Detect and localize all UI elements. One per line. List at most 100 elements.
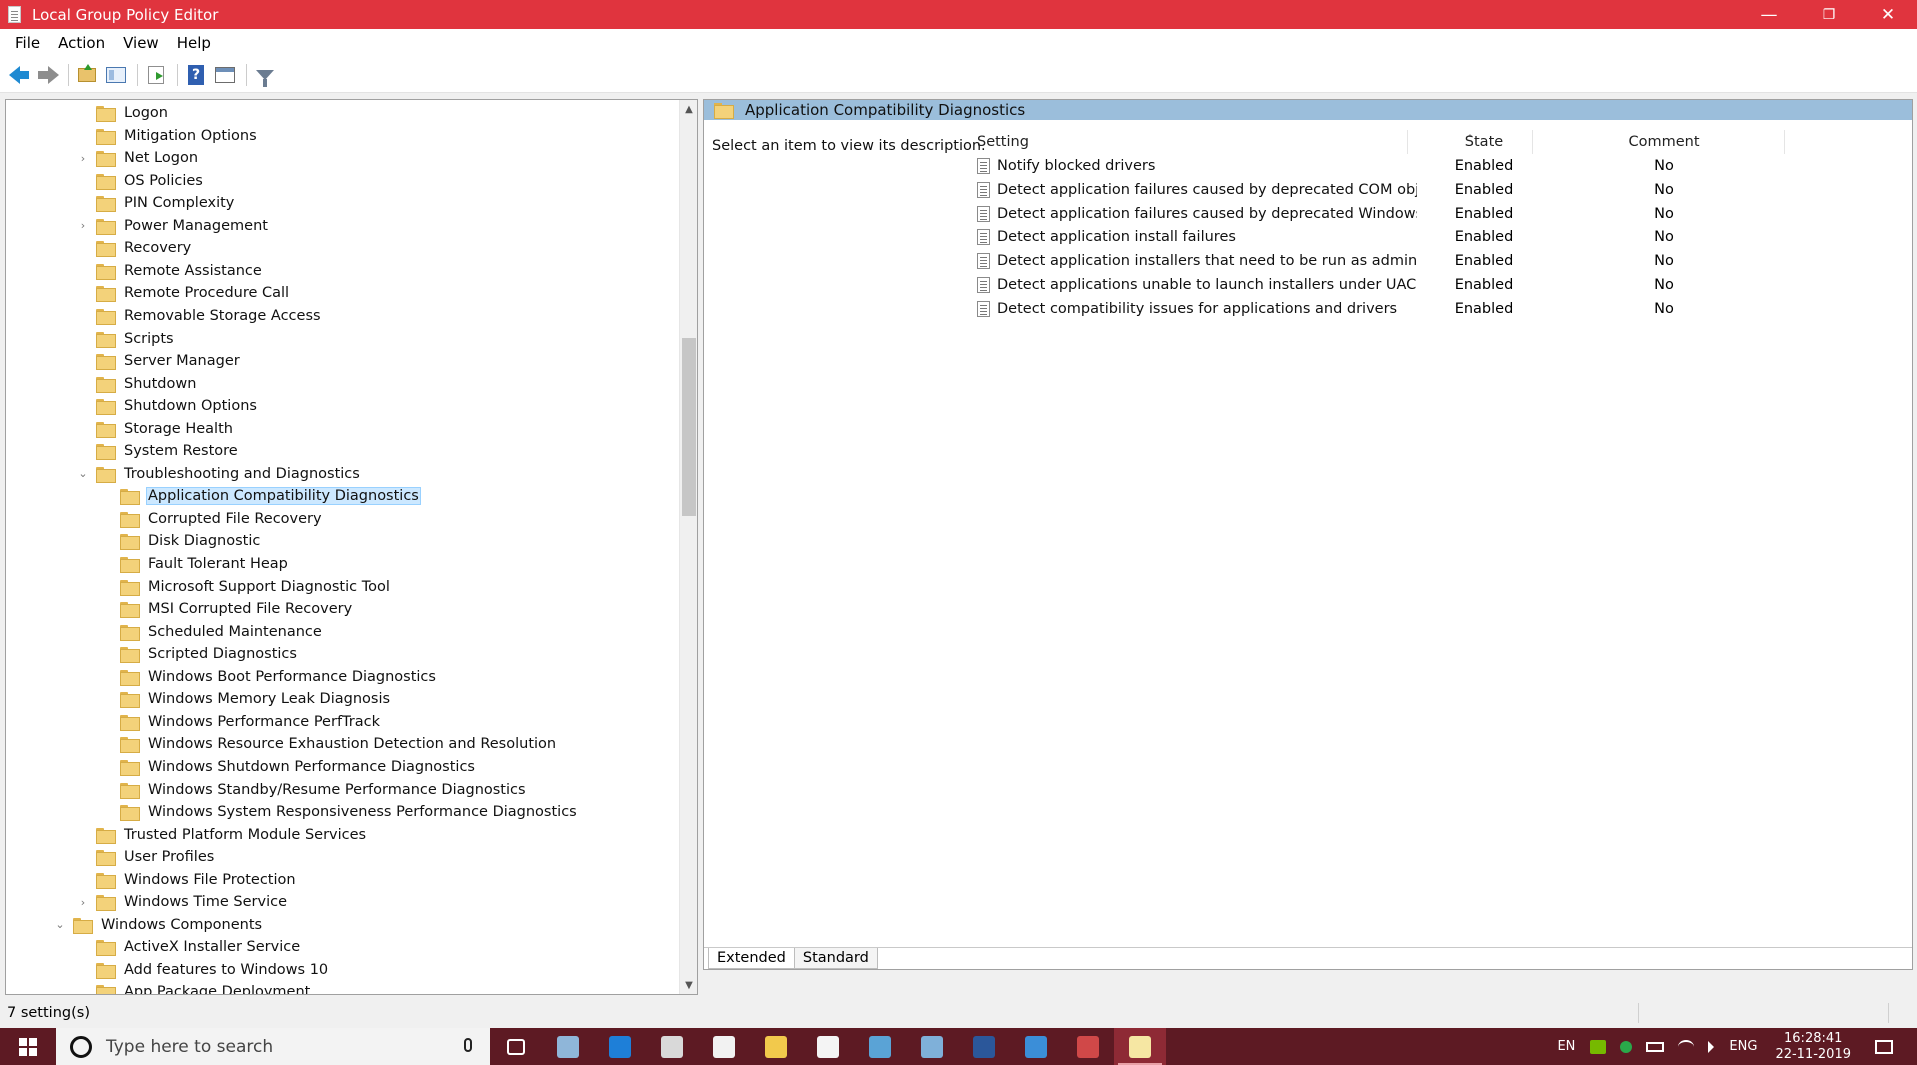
- restore-button[interactable]: ❐: [1800, 0, 1858, 29]
- tree-item[interactable]: › Power Management: [76, 215, 270, 237]
- taskbar-app-button[interactable]: [1114, 1028, 1166, 1065]
- back-button[interactable]: [5, 62, 31, 88]
- tree-item[interactable]: Windows Standby/Resume Performance Diagn…: [100, 779, 528, 801]
- console-tree[interactable]: Logon Mitigation Options › Net Logon OS Poli…: [5, 99, 698, 995]
- expand-chevron-icon[interactable]: ›: [76, 147, 90, 169]
- taskbar-app-button[interactable]: [646, 1028, 698, 1065]
- expand-chevron-icon[interactable]: ⌄: [53, 914, 67, 936]
- tab-standard[interactable]: Standard: [793, 948, 878, 969]
- column-header-state[interactable]: State: [1454, 130, 1514, 154]
- tree-item[interactable]: Recovery: [76, 237, 193, 259]
- policy-setting-row[interactable]: Detect application install failures: [977, 226, 1417, 248]
- battery-icon[interactable]: [1646, 1041, 1665, 1052]
- scroll-up-button[interactable]: ▲: [680, 100, 697, 118]
- tree-item[interactable]: Windows Performance PerfTrack: [100, 711, 382, 733]
- tree-item[interactable]: Trusted Platform Module Services: [76, 824, 368, 846]
- tree-item[interactable]: OS Policies: [76, 170, 205, 192]
- tree-item[interactable]: Remote Assistance: [76, 260, 264, 282]
- column-divider[interactable]: [1407, 130, 1408, 154]
- tree-item[interactable]: Removable Storage Access: [76, 305, 323, 327]
- tree-item[interactable]: Remote Procedure Call: [76, 282, 291, 304]
- tree-item[interactable]: ActiveX Installer Service: [76, 936, 302, 958]
- help-button[interactable]: ?: [183, 62, 209, 88]
- tree-item[interactable]: Scheduled Maintenance: [100, 621, 324, 643]
- expand-chevron-icon[interactable]: ›: [76, 215, 90, 237]
- tab-extended[interactable]: Extended: [708, 948, 795, 969]
- properties-button[interactable]: [212, 62, 238, 88]
- tree-item[interactable]: Shutdown Options: [76, 395, 259, 417]
- security-icon[interactable]: [1620, 1040, 1633, 1053]
- taskbar-app-button[interactable]: [1062, 1028, 1114, 1065]
- tree-item[interactable]: Windows System Responsiveness Performanc…: [100, 801, 579, 823]
- tree-item[interactable]: Add features to Windows 10: [76, 959, 330, 981]
- tree-item[interactable]: Scripted Diagnostics: [100, 643, 299, 665]
- tree-item[interactable]: Windows File Protection: [76, 869, 298, 891]
- policy-setting-row[interactable]: Detect applications unable to launch ins…: [977, 274, 1417, 296]
- tree-item[interactable]: Mitigation Options: [76, 125, 259, 147]
- volume-icon[interactable]: [1708, 1040, 1715, 1053]
- tree-item[interactable]: Windows Resource Exhaustion Detection an…: [100, 733, 558, 755]
- taskbar-app-button[interactable]: [698, 1028, 750, 1065]
- taskbar-app-button[interactable]: [594, 1028, 646, 1065]
- policy-setting-row[interactable]: Detect application failures caused by de…: [977, 203, 1417, 225]
- menu-help[interactable]: Help: [168, 34, 220, 52]
- taskbar-app-button[interactable]: [542, 1028, 594, 1065]
- taskbar-app-button[interactable]: [750, 1028, 802, 1065]
- microphone-icon[interactable]: [464, 1038, 472, 1052]
- export-list-button[interactable]: [143, 62, 169, 88]
- tree-scrollbar[interactable]: ▲ ▼: [679, 100, 697, 994]
- tree-item[interactable]: Microsoft Support Diagnostic Tool: [100, 576, 392, 598]
- tree-item[interactable]: Server Manager: [76, 350, 242, 372]
- taskbar-app-button[interactable]: [906, 1028, 958, 1065]
- tree-item[interactable]: PIN Complexity: [76, 192, 236, 214]
- taskbar-search[interactable]: Type here to search: [56, 1028, 490, 1065]
- tree-item[interactable]: Scripts: [76, 328, 176, 350]
- tree-item[interactable]: Disk Diagnostic: [100, 530, 262, 552]
- tree-item[interactable]: ⌄ Troubleshooting and Diagnostics: [76, 463, 362, 485]
- column-header-comment[interactable]: Comment: [1624, 130, 1704, 154]
- taskbar-app-button[interactable]: [802, 1028, 854, 1065]
- taskbar-app-button[interactable]: [1010, 1028, 1062, 1065]
- tree-item[interactable]: Shutdown: [76, 373, 198, 395]
- tree-item[interactable]: Windows Boot Performance Diagnostics: [100, 666, 438, 688]
- start-button[interactable]: [0, 1028, 56, 1065]
- policy-setting-row[interactable]: Notify blocked drivers: [977, 155, 1417, 177]
- policy-setting-row[interactable]: Detect compatibility issues for applicat…: [977, 298, 1417, 320]
- taskbar-app-button[interactable]: [958, 1028, 1010, 1065]
- scroll-thumb[interactable]: [682, 338, 696, 516]
- tree-item[interactable]: Storage Health: [76, 418, 235, 440]
- wifi-icon[interactable]: [1678, 1039, 1695, 1054]
- tree-item[interactable]: Windows Memory Leak Diagnosis: [100, 688, 392, 710]
- tree-item[interactable]: ⌄ Windows Components: [53, 914, 264, 936]
- column-divider[interactable]: [1532, 130, 1533, 154]
- policy-setting-row[interactable]: Detect application failures caused by de…: [977, 179, 1417, 201]
- forward-button[interactable]: [34, 62, 60, 88]
- tree-item[interactable]: System Restore: [76, 440, 240, 462]
- policy-setting-row[interactable]: Detect application installers that need …: [977, 250, 1417, 272]
- close-button[interactable]: ✕: [1859, 0, 1917, 29]
- minimize-button[interactable]: —: [1740, 0, 1798, 29]
- tree-item[interactable]: Fault Tolerant Heap: [100, 553, 290, 575]
- tree-item[interactable]: MSI Corrupted File Recovery: [100, 598, 354, 620]
- taskbar-app-button[interactable]: [854, 1028, 906, 1065]
- tree-item[interactable]: Corrupted File Recovery: [100, 508, 324, 530]
- nvidia-icon[interactable]: [1590, 1039, 1607, 1054]
- column-divider[interactable]: [1784, 130, 1785, 154]
- expand-chevron-icon[interactable]: ⌄: [76, 463, 90, 485]
- clock[interactable]: 16:28:41 22-11-2019: [1775, 1031, 1851, 1063]
- tree-item[interactable]: User Profiles: [76, 846, 216, 868]
- input-language[interactable]: EN: [1557, 1039, 1575, 1054]
- show-hide-tree-button[interactable]: [103, 62, 129, 88]
- up-folder-button[interactable]: [74, 62, 100, 88]
- expand-chevron-icon[interactable]: ›: [76, 891, 90, 913]
- notifications-icon[interactable]: [1875, 1039, 1893, 1054]
- tree-item[interactable]: Windows Shutdown Performance Diagnostics: [100, 756, 477, 778]
- menu-file[interactable]: File: [6, 34, 49, 52]
- tree-item[interactable]: › Windows Time Service: [76, 891, 289, 913]
- keyboard-language[interactable]: ENG: [1729, 1039, 1757, 1054]
- tree-item[interactable]: Application Compatibility Diagnostics: [100, 485, 421, 507]
- tree-item[interactable]: › Net Logon: [76, 147, 200, 169]
- column-header-setting[interactable]: Setting: [977, 130, 1029, 154]
- taskbar-app-button[interactable]: [490, 1028, 542, 1065]
- tree-item[interactable]: App Package Deployment: [76, 981, 312, 994]
